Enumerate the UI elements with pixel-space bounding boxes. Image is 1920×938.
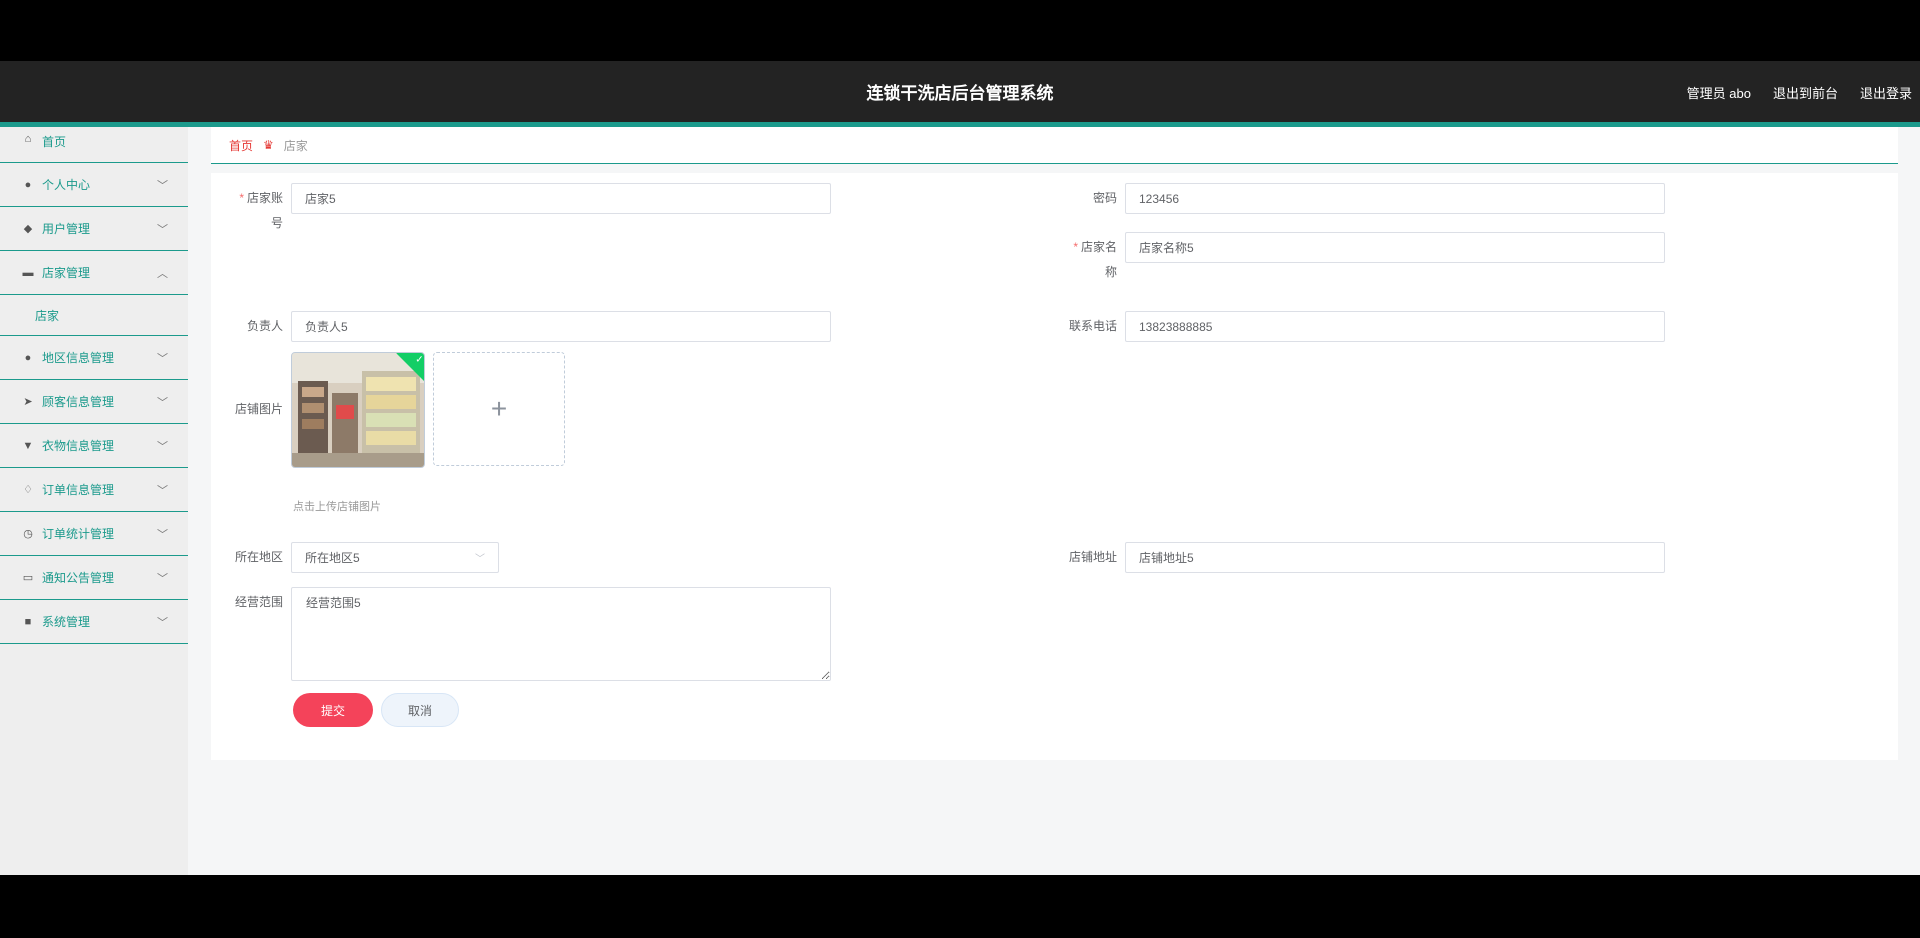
store-image-label: 店铺图片 bbox=[234, 402, 283, 416]
chevron-up-icon: ︿ bbox=[157, 267, 168, 280]
palette-icon: ◆ bbox=[23, 223, 33, 235]
sidebar-item-label: 用户管理 bbox=[42, 222, 91, 236]
clock-icon: ◷ bbox=[23, 528, 33, 540]
sidebar-item-label: 订单统计管理 bbox=[42, 527, 115, 541]
store-name-field: * 店家名 称 bbox=[1062, 232, 1665, 281]
phone-field: 联系电话 bbox=[1062, 311, 1665, 342]
sidebar-item-label: 个人中心 bbox=[42, 178, 91, 192]
bell-icon: ♢ bbox=[23, 484, 33, 496]
home-icon: ⌂ bbox=[24, 133, 32, 145]
sidebar-item-label: 通知公告管理 bbox=[42, 571, 115, 585]
system-title: 连锁干洗店后台管理系统 bbox=[866, 84, 1054, 103]
user-icon: ● bbox=[24, 351, 32, 364]
sidebar-item-label: 店家管理 bbox=[42, 266, 91, 280]
admin-user[interactable]: 管理员 abo bbox=[1687, 83, 1751, 102]
business-scope-label: 经营范围 bbox=[234, 595, 283, 609]
sidebar-item-label: 衣物信息管理 bbox=[42, 439, 115, 453]
sidebar-item-label: 顾客信息管理 bbox=[42, 395, 115, 409]
sidebar-item-customer-management[interactable]: ➤ 顾客信息管理 ﹀ bbox=[0, 380, 188, 424]
business-scope-field: 经营范围 经营范围5 bbox=[228, 587, 831, 681]
chevron-down-icon: ﹀ bbox=[157, 179, 168, 192]
sidebar-item-system-management[interactable]: ■ 系统管理 ﹀ bbox=[0, 600, 188, 644]
store-name-input[interactable] bbox=[1125, 232, 1665, 263]
region-label: 所在地区 bbox=[234, 550, 283, 564]
send-icon: ➤ bbox=[23, 396, 33, 408]
cancel-button[interactable]: 取消 bbox=[381, 693, 459, 727]
manager-field: 负责人 bbox=[228, 311, 831, 342]
region-select[interactable]: 所在地区5 ﹀ bbox=[291, 542, 499, 573]
sidebar: ⌂ 首页 ● 个人中心 ﹀ ◆ 用户管理 ﹀ ▬ 店家管理 ︿ 店家 ● 地区信… bbox=[0, 127, 188, 875]
manager-label: 负责人 bbox=[246, 319, 283, 333]
form-actions: 提交 取消 bbox=[293, 693, 459, 727]
chevron-down-icon: ﹀ bbox=[157, 440, 168, 453]
sidebar-item-user-management[interactable]: ◆ 用户管理 ﹀ bbox=[0, 207, 188, 251]
app-shell: 连锁干洗店后台管理系统 管理员 abo 退出到前台 退出登录 ⌂ 首页 ● 个人… bbox=[0, 61, 1920, 875]
required-mark: * bbox=[239, 191, 244, 205]
crown-icon: ♛ bbox=[263, 138, 274, 152]
sidebar-item-label: 系统管理 bbox=[42, 615, 91, 629]
address-label: 店铺地址 bbox=[1068, 550, 1117, 564]
store-image-thumbnail[interactable]: ✓ bbox=[291, 352, 425, 468]
phone-label: 联系电话 bbox=[1068, 319, 1117, 333]
plus-icon: + bbox=[490, 393, 508, 424]
region-field: 所在地区 所在地区5 ﹀ bbox=[228, 542, 499, 573]
user-icon: ● bbox=[24, 178, 32, 191]
breadcrumb-current: 店家 bbox=[283, 138, 308, 153]
password-label: 密码 bbox=[1092, 191, 1117, 205]
chevron-down-icon: ﹀ bbox=[157, 396, 168, 409]
chevron-down-icon: ﹀ bbox=[157, 572, 168, 585]
chevron-down-icon: ﹀ bbox=[157, 528, 168, 541]
main-content: 首页 ♛ 店家 *店家账 号 密码 *店家名 称 bbox=[211, 127, 1898, 760]
image-upload-hint: 点击上传店铺图片 bbox=[293, 501, 381, 513]
sidebar-item-region-management[interactable]: ● 地区信息管理 ﹀ bbox=[0, 336, 188, 380]
account-label: * 店家账 号 bbox=[239, 191, 283, 230]
sidebar-subitem-store[interactable]: 店家 bbox=[0, 295, 188, 336]
store-image-field: 店铺图片 ✓ + bbox=[228, 352, 565, 468]
address-input[interactable] bbox=[1125, 542, 1665, 573]
sidebar-item-label: 订单信息管理 bbox=[42, 483, 115, 497]
store-photo bbox=[292, 353, 424, 467]
sidebar-item-clothing-management[interactable]: ▼ 衣物信息管理 ﹀ bbox=[0, 424, 188, 468]
top-links: 管理员 abo 退出到前台 退出登录 bbox=[1687, 83, 1912, 102]
password-input[interactable] bbox=[1125, 183, 1665, 214]
breadcrumb: 首页 ♛ 店家 bbox=[211, 127, 1898, 164]
sidebar-item-label: 首页 bbox=[42, 135, 67, 149]
sidebar-item-label: 店家 bbox=[35, 308, 60, 323]
chevron-down-icon: ﹀ bbox=[157, 616, 168, 629]
store-form-card: *店家账 号 密码 *店家名 称 负责人 bbox=[211, 173, 1898, 760]
region-select-value: 所在地区5 bbox=[305, 551, 360, 565]
sidebar-item-notice-management[interactable]: ▭ 通知公告管理 ﹀ bbox=[0, 556, 188, 600]
sidebar-item-store-management[interactable]: ▬ 店家管理 ︿ bbox=[0, 251, 188, 295]
store-icon: ▬ bbox=[22, 266, 34, 279]
sidebar-item-order-statistics[interactable]: ◷ 订单统计管理 ﹀ bbox=[0, 512, 188, 556]
top-navbar: 连锁干洗店后台管理系统 管理员 abo 退出到前台 退出登录 bbox=[0, 61, 1920, 127]
account-input[interactable] bbox=[291, 183, 831, 214]
account-field: * 店家账 号 bbox=[228, 183, 831, 232]
check-icon: ✓ bbox=[415, 354, 424, 366]
chevron-down-icon: ﹀ bbox=[475, 554, 485, 565]
sidebar-item-order-management[interactable]: ♢ 订单信息管理 ﹀ bbox=[0, 468, 188, 512]
chevron-down-icon: ﹀ bbox=[157, 223, 168, 236]
sidebar-item-personal-center[interactable]: ● 个人中心 ﹀ bbox=[0, 163, 188, 207]
required-mark: * bbox=[1073, 240, 1078, 254]
store-name-label: * 店家名 称 bbox=[1073, 240, 1117, 279]
image-list: ✓ + bbox=[291, 352, 565, 468]
image-upload-button[interactable]: + bbox=[433, 352, 565, 466]
password-field: 密码 bbox=[1062, 183, 1665, 214]
sidebar-item-label: 地区信息管理 bbox=[42, 351, 115, 365]
phone-input[interactable] bbox=[1125, 311, 1665, 342]
business-scope-textarea[interactable]: 经营范围5 bbox=[291, 587, 831, 681]
sidebar-item-home[interactable]: ⌂ 首页 bbox=[0, 127, 188, 163]
chevron-down-icon: ﹀ bbox=[157, 484, 168, 497]
manager-input[interactable] bbox=[291, 311, 831, 342]
exit-to-front-link[interactable]: 退出到前台 bbox=[1773, 83, 1838, 102]
breadcrumb-home[interactable]: 首页 bbox=[229, 137, 253, 154]
submit-button[interactable]: 提交 bbox=[293, 693, 373, 727]
briefcase-icon: ■ bbox=[24, 615, 32, 628]
logout-link[interactable]: 退出登录 bbox=[1860, 83, 1912, 102]
address-field: 店铺地址 bbox=[1062, 542, 1665, 573]
message-icon: ▭ bbox=[22, 572, 34, 584]
box-icon: ▼ bbox=[22, 439, 34, 452]
chevron-down-icon: ﹀ bbox=[157, 352, 168, 365]
